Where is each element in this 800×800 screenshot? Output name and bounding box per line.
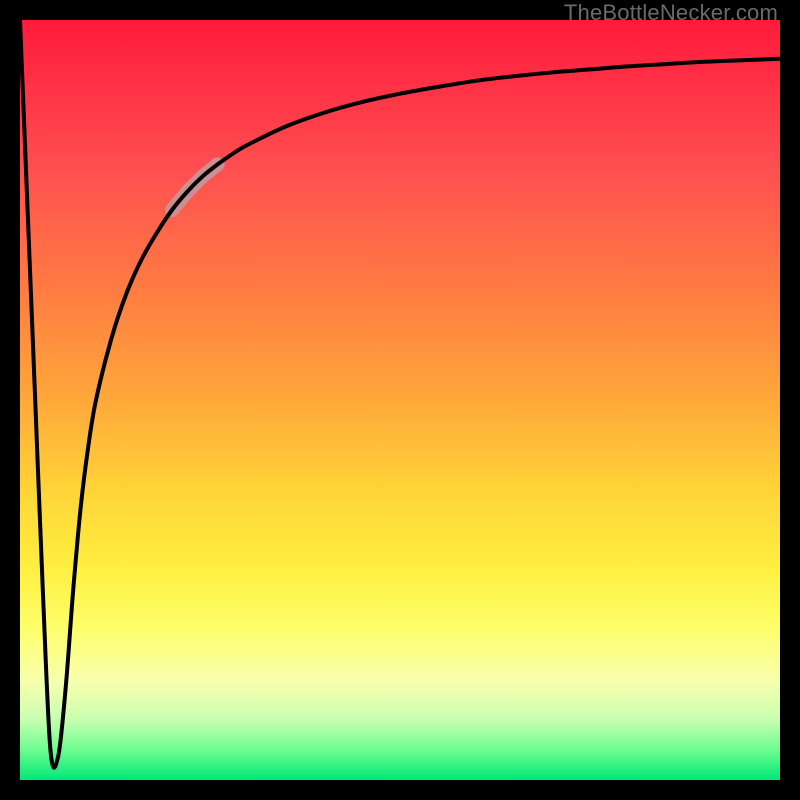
bottleneck-curve bbox=[20, 20, 780, 768]
chart-frame: TheBottleNecker.com bbox=[0, 0, 800, 800]
plot-area bbox=[20, 20, 780, 780]
curve-svg bbox=[20, 20, 780, 780]
